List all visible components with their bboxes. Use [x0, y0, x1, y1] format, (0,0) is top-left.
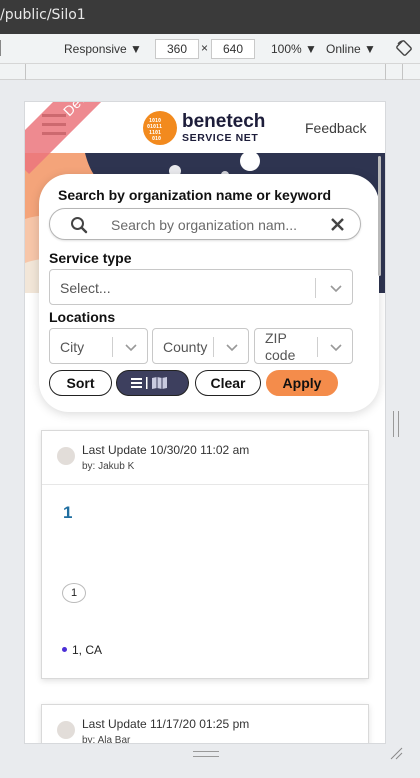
network-dropdown[interactable]: Online ▼ [326, 42, 376, 56]
location-text: 1, CA [62, 643, 102, 657]
browser-url-bar[interactable]: /public/Silo1 [0, 0, 420, 34]
search-input[interactable] [111, 215, 311, 235]
width-input[interactable]: 360 [155, 39, 199, 59]
zoom-dropdown[interactable]: 100% ▼ [271, 42, 317, 56]
service-count-badge: 1 [62, 583, 86, 603]
location-value: 1, CA [72, 643, 103, 657]
city-value: City [60, 339, 85, 355]
search-field[interactable] [49, 208, 361, 240]
dimension-separator: × [201, 41, 209, 55]
svg-text:010: 010 [152, 136, 161, 142]
service-type-label: Service type [49, 250, 132, 266]
zip-label-line1: ZIP [265, 330, 287, 346]
device-mode-dropdown[interactable]: Responsive ▼ [64, 42, 142, 56]
resize-corner-icon[interactable] [389, 746, 403, 760]
chevron-down-icon [125, 344, 137, 352]
zip-label-line2: code [265, 347, 296, 363]
rotate-icon[interactable] [396, 40, 412, 56]
zip-code-select[interactable]: ZIP code [254, 328, 353, 364]
county-value: County [163, 339, 208, 355]
avatar [57, 721, 75, 739]
chevron-down-icon [226, 344, 238, 352]
resize-handle-bottom[interactable] [193, 751, 219, 757]
toolbar-divider [0, 40, 1, 56]
zip-code-value: ZIP code [265, 330, 295, 364]
sort-button[interactable]: Sort [49, 370, 112, 396]
page-scrollbar[interactable] [378, 156, 381, 276]
device-viewport: 1010 01011 1101 010 benetech SERVICE NET Fe… [25, 102, 385, 743]
locations-label: Locations [49, 309, 116, 325]
clear-search-icon[interactable] [331, 218, 344, 231]
city-select[interactable]: City [49, 328, 148, 364]
updated-by-text: by: Ala Bar [82, 735, 131, 743]
result-card[interactable]: Last Update 10/30/20 11:02 am by: Jakub … [41, 430, 369, 679]
list-map-icons [130, 377, 167, 389]
logo-wordmark: benetech SERVICE NET [182, 112, 265, 144]
resize-handle-right[interactable] [393, 411, 399, 437]
service-type-select[interactable]: Select... [49, 269, 353, 305]
result-card[interactable]: Last Update 11/17/20 01:25 pm by: Ala Ba… [41, 704, 369, 743]
height-input[interactable]: 640 [211, 39, 255, 59]
feedback-link[interactable]: Feedback [305, 120, 366, 136]
list-map-toggle-button[interactable] [116, 370, 189, 396]
search-title: Search by organization name or keyword [58, 187, 332, 203]
device-ruler [0, 64, 420, 80]
clear-button[interactable]: Clear [195, 370, 261, 396]
organization-name[interactable]: 1 [63, 503, 72, 523]
chevron-down-icon [330, 344, 342, 352]
last-update-text: Last Update 11/17/20 01:25 pm [82, 717, 250, 731]
county-select[interactable]: County [152, 328, 249, 364]
avatar [57, 447, 75, 465]
url-text[interactable]: /public/Silo1 [0, 7, 86, 23]
location-dot-icon [62, 647, 67, 652]
chevron-down-icon [330, 285, 342, 293]
logo-subtitle: SERVICE NET [182, 132, 259, 144]
devtools-toolbar: Responsive ▼ 360 × 640 100% ▼ Online ▼ [0, 34, 420, 64]
benetech-logo-icon: 1010010111101010 [143, 111, 177, 145]
map-icon [151, 377, 167, 389]
search-icon [71, 217, 88, 234]
service-type-value: Select... [60, 280, 111, 296]
logo-title: benetech [182, 111, 266, 132]
updated-by-text: by: Jakub K [82, 461, 135, 472]
last-update-text: Last Update 10/30/20 11:02 am [82, 443, 250, 457]
list-icon [130, 378, 142, 388]
apply-button[interactable]: Apply [266, 370, 338, 396]
